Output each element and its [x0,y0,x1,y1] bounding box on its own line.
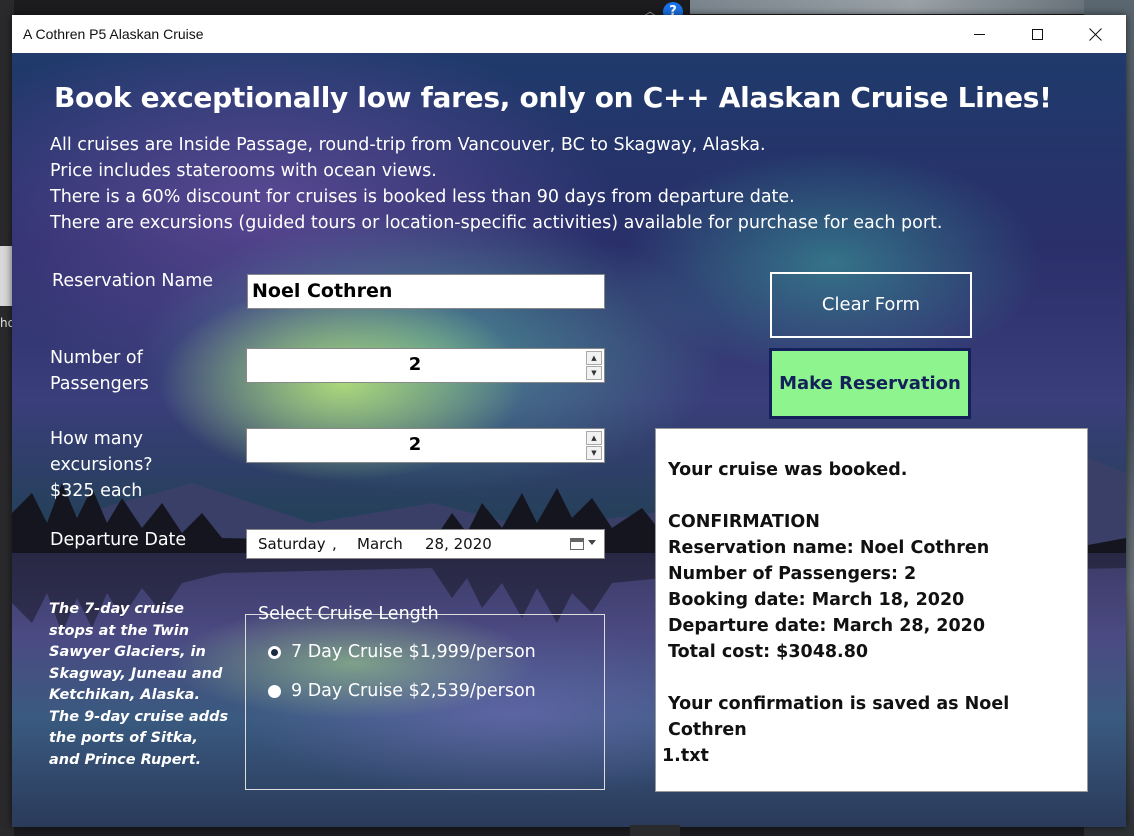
output-line: CONFIRMATION [668,512,820,532]
passengers-label-line1: Number of [50,348,143,368]
cruise-note: The 7-day cruise stops at the Twin Sawye… [49,601,229,768]
date-day-year[interactable]: 28, 2020 [425,530,492,558]
excursions-value[interactable]: 2 [247,429,583,462]
maximize-button[interactable] [1008,15,1066,53]
make-reservation-button[interactable]: Make Reservation [769,348,971,419]
output-line: Your confirmation is saved as Noel Cothr… [668,694,1010,740]
minimize-button[interactable] [950,15,1008,53]
spin-down-icon[interactable]: ▼ [586,446,602,460]
info-line: All cruises are Inside Passage, round-tr… [50,135,766,155]
client-area: Book exceptionally low fares, only on C+… [12,53,1126,827]
app-window: A Cothren P5 Alaskan Cruise Book excepti… [12,15,1126,827]
date-day[interactable]: Saturday [258,530,326,558]
minimize-icon [973,33,985,35]
radio-checked-icon[interactable] [268,645,281,659]
radio-7-day[interactable]: 7 Day Cruise $1,999/person [268,642,536,662]
cruise-length-title: Select Cruise Length [258,604,439,624]
close-button[interactable] [1066,15,1124,53]
radio-9-day[interactable]: 9 Day Cruise $2,539/person [268,681,536,701]
headline: Book exceptionally low fares, only on C+… [54,81,1052,114]
departure-date-picker[interactable]: Saturday , March 28, 2020 [246,529,605,559]
output-line: Number of Passengers: 2 [668,564,917,584]
passengers-spin-buttons: ▲ ▼ [586,351,602,381]
output-line: Your cruise was booked. [668,460,908,480]
radio-unchecked-icon[interactable] [268,684,281,698]
clear-form-button[interactable]: Clear Form [770,272,972,338]
date-month[interactable]: March [357,530,403,558]
desktop-window-strip [0,246,12,306]
passengers-value[interactable]: 2 [247,349,583,382]
dropdown-arrow-icon[interactable] [588,540,596,545]
radio-7-day-label[interactable]: 7 Day Cruise $1,999/person [291,642,536,662]
taskbar-fragment [630,825,680,836]
excursions-label-line3: $325 each [50,481,143,501]
info-line: Price includes staterooms with ocean vie… [50,161,437,181]
excursions-label-line2: excursions? [50,455,153,475]
passengers-label-line2: Passengers [50,374,149,394]
desktop-top-strip [690,0,1134,14]
output-line: 1.txt [662,746,709,766]
confirmation-output: Your cruise was booked. CONFIRMATION Res… [655,428,1088,792]
output-line: Total cost: $3048.80 [668,642,869,662]
departure-date-label: Departure Date [50,530,187,550]
info-line: There is a 60% discount for cruises is b… [50,187,795,207]
reservation-name-input[interactable]: Noel Cothren [247,274,605,309]
spin-up-icon[interactable]: ▲ [586,351,602,365]
calendar-icon[interactable] [570,538,584,550]
output-line: Reservation name: Noel Cothren [668,538,990,558]
output-line: Booking date: March 18, 2020 [668,590,965,610]
spin-down-icon[interactable]: ▼ [586,366,602,380]
date-separator: , [332,535,337,553]
spin-up-icon[interactable]: ▲ [586,431,602,445]
info-line: There are excursions (guided tours or lo… [50,213,943,233]
excursions-stepper[interactable]: 2 ▲ ▼ [246,428,605,463]
window-title: A Cothren P5 Alaskan Cruise [23,26,204,42]
excursions-label-line1: How many [50,429,143,449]
info-text: All cruises are Inside Passage, round-tr… [50,132,942,236]
passengers-stepper[interactable]: 2 ▲ ▼ [246,348,605,383]
title-bar: A Cothren P5 Alaskan Cruise [12,15,1126,53]
reservation-name-label: Reservation Name [52,271,214,291]
excursions-spin-buttons: ▲ ▼ [586,431,602,461]
output-line: Departure date: March 28, 2020 [668,616,986,636]
maximize-icon [1031,28,1043,40]
cruise-length-group: Select Cruise Length 7 Day Cruise $1,999… [245,604,605,790]
radio-9-day-label[interactable]: 9 Day Cruise $2,539/person [291,681,536,701]
close-icon [1089,28,1102,41]
